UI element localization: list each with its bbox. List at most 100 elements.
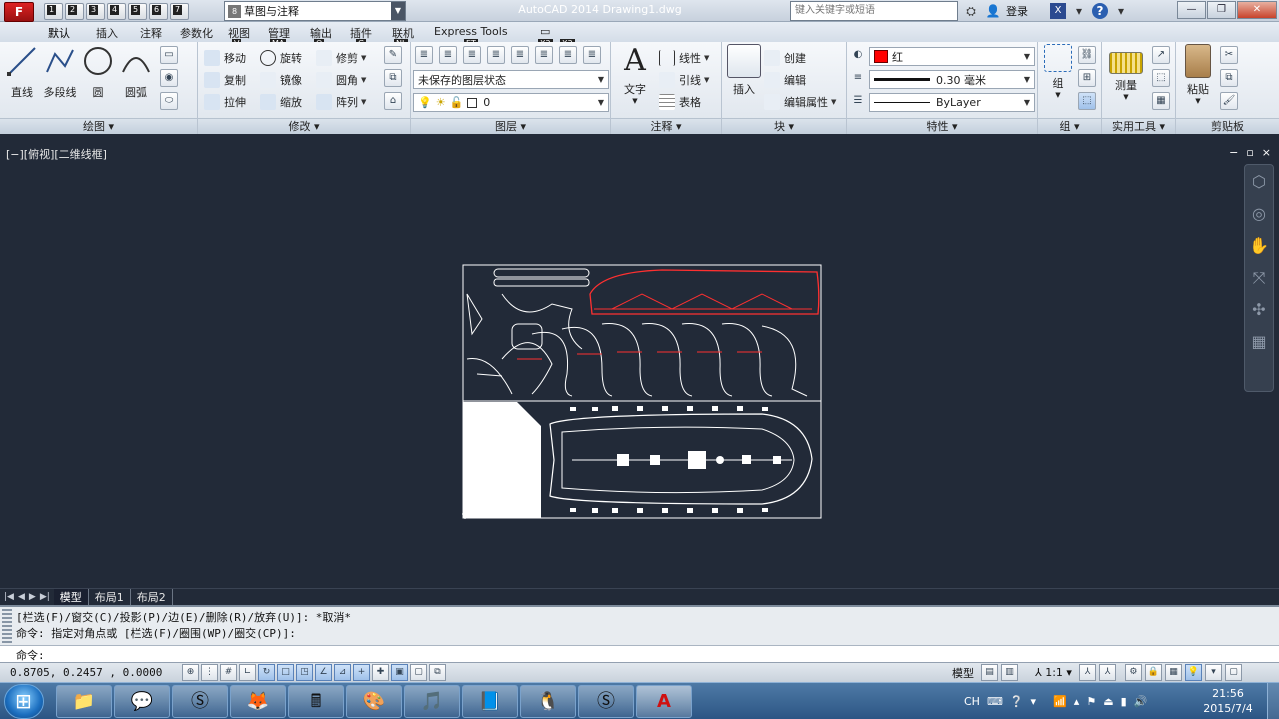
login-link[interactable]: 登录 — [1006, 3, 1028, 19]
cut-icon[interactable]: ✂ — [1220, 46, 1238, 64]
viewcube-icon[interactable]: ⬡ — [1248, 171, 1270, 193]
match-icon[interactable]: 🖌 — [1220, 92, 1238, 110]
tab-online[interactable]: 联机NL — [392, 25, 414, 49]
drawing-viewport[interactable]: [−][俯视][二维线框] − ▫ × ⬡ ◎ ✋ ⤧ ✣ ▦ — [0, 134, 1279, 588]
signal-icon[interactable]: ▮ — [1121, 695, 1127, 708]
arc-button[interactable]: 圆弧 — [116, 44, 156, 100]
layer-match-icon[interactable]: ≣ — [463, 46, 481, 64]
3d-osnap-icon[interactable]: ◳ — [296, 664, 313, 681]
stretch-button[interactable]: 拉伸 — [204, 92, 246, 112]
lineweight-toggle-icon[interactable]: ✚ — [372, 664, 389, 681]
move-button[interactable]: 移动 — [204, 48, 246, 68]
restore-button[interactable]: ❐ — [1207, 1, 1236, 19]
edit-block-button[interactable]: 编辑 — [764, 70, 806, 90]
fillet-button[interactable]: 圆角 ▼ — [316, 70, 366, 90]
save-icon[interactable]: 3 — [86, 3, 105, 20]
tab-default[interactable]: 默认 — [48, 25, 70, 41]
first-tab-icon[interactable]: |◀ — [4, 592, 14, 602]
binoculars-icon[interactable]: ⛭ — [962, 2, 980, 20]
saveas-icon[interactable]: 4 — [107, 3, 126, 20]
auto-scale-icon[interactable]: ⅄ — [1098, 664, 1116, 681]
snap-icon[interactable]: ⋮ — [201, 664, 218, 681]
osnap-icon[interactable]: □ — [277, 664, 294, 681]
insert-button[interactable]: 插入 — [724, 44, 764, 97]
zoom-extents-icon[interactable]: ⤧ — [1248, 267, 1270, 289]
minimize-button[interactable]: — — [1177, 1, 1206, 19]
tab-parametric[interactable]: 参数化 — [180, 25, 213, 41]
layer-state-dropdown[interactable]: 未保存的图层状态 ▼ — [413, 70, 609, 89]
dyn-icon[interactable]: + — [353, 664, 370, 681]
layer-properties-icon[interactable]: ≣ — [415, 46, 433, 64]
command-window-grip[interactable] — [2, 609, 12, 643]
last-tab-icon[interactable]: ▶| — [40, 592, 50, 602]
chevron-down-icon[interactable]: ▾ — [1112, 2, 1130, 20]
hardware-accel-icon[interactable]: ▦ — [1164, 664, 1182, 681]
ortho-icon[interactable]: ∟ — [239, 664, 256, 681]
lineweight-dropdown[interactable]: 0.30 毫米 ▼ — [869, 70, 1035, 89]
model-space-label[interactable]: 模型 — [952, 665, 974, 681]
search-input[interactable]: 键入关键字或短语 — [790, 1, 958, 21]
clipboard-panel-title[interactable]: 剪贴板 — [1176, 118, 1279, 134]
linear-dimension-button[interactable]: 线性 ▼ — [659, 48, 709, 68]
pan-icon[interactable]: ✋ — [1248, 235, 1270, 257]
lock-ui-icon[interactable]: 🔒 — [1144, 664, 1162, 681]
viewport-close-button[interactable]: × — [1262, 146, 1271, 159]
layer-isolate-icon[interactable]: ≣ — [439, 46, 457, 64]
erase-icon[interactable]: ✎ — [384, 46, 402, 64]
grid-icon[interactable]: # — [220, 664, 237, 681]
trim-button[interactable]: 修剪 ▼ — [316, 48, 366, 68]
showmotion-icon[interactable]: ▦ — [1248, 331, 1270, 353]
groups-panel-title[interactable]: 组 ▾ — [1038, 118, 1101, 134]
layer-lock-icon[interactable]: ≣ — [559, 46, 577, 64]
tab-model[interactable]: 模型 — [53, 589, 89, 605]
prev-tab-icon[interactable]: ◀ — [18, 592, 25, 602]
group-select-icon[interactable]: ⬚ — [1078, 92, 1096, 110]
paint-icon[interactable]: 🎨 — [346, 685, 402, 718]
skype-icon[interactable]: Ⓢ — [578, 685, 634, 718]
polar-icon[interactable]: ↻ — [258, 664, 275, 681]
modify-panel-title[interactable]: 修改 ▾ — [198, 118, 410, 134]
ungroup-icon[interactable]: ⛓ — [1078, 46, 1096, 64]
sogou-icon[interactable]: Ⓢ — [172, 685, 228, 718]
scale-button[interactable]: 缩放 — [260, 92, 302, 112]
group-button[interactable]: 组 ▼ — [1038, 44, 1078, 99]
tab-output[interactable]: 输出O — [310, 25, 332, 49]
line-button[interactable]: 直线 — [2, 44, 42, 100]
chevron-down-icon[interactable]: ▼ — [391, 2, 405, 20]
clock[interactable]: 21:56 2015/7/4 — [1196, 686, 1260, 716]
music-icon[interactable]: 🎵 — [404, 685, 460, 718]
rotate-button[interactable]: 旋转 — [260, 48, 302, 68]
measure-button[interactable]: 测量 ▼ — [1106, 44, 1146, 101]
show-desktop-button[interactable] — [1267, 683, 1279, 719]
mirror-button[interactable]: 镜像 — [260, 70, 302, 90]
keyboard-icon[interactable]: ⌨ — [987, 695, 1003, 708]
match-properties-icon[interactable]: ◐ — [849, 47, 867, 65]
usb-icon[interactable]: ⏏ — [1103, 695, 1113, 708]
calculator-icon[interactable]: ▦ — [1152, 92, 1170, 110]
tab-layout2[interactable]: 布局2 — [131, 589, 173, 605]
viewport-minimize-button[interactable]: − — [1229, 146, 1238, 159]
isolate-objects-icon[interactable]: 💡 — [1184, 664, 1202, 681]
rectangle-icon[interactable]: ▭ — [160, 46, 178, 64]
tab-annotate[interactable]: 注释 — [140, 25, 162, 41]
selection-cycling-icon[interactable]: ⧉ — [429, 664, 446, 681]
drawing-quickview-icon[interactable]: ▥ — [1001, 664, 1018, 681]
ime-settings-icon[interactable]: ▾ — [1031, 695, 1037, 708]
tab-layout1[interactable]: 布局1 — [89, 589, 131, 605]
user-icon[interactable]: 👤 — [984, 2, 1002, 20]
plot-icon[interactable]: 5 — [128, 3, 147, 20]
tab-view[interactable]: 视图V — [228, 25, 250, 49]
table-button[interactable]: 表格 — [659, 92, 701, 112]
workspace-switch-icon[interactable]: ⚙ — [1124, 664, 1142, 681]
annotation-visibility-icon[interactable]: ⅄ — [1078, 664, 1096, 681]
notepad-icon[interactable]: 📘 — [462, 685, 518, 718]
wechat-icon[interactable]: 💬 — [114, 685, 170, 718]
layout-quickview-icon[interactable]: ▤ — [981, 664, 998, 681]
layer-previous-icon[interactable]: ≣ — [487, 46, 505, 64]
transparency-icon[interactable]: ▣ — [391, 664, 408, 681]
ducs-icon[interactable]: ⊿ — [334, 664, 351, 681]
select-all-icon[interactable]: ⬚ — [1152, 69, 1170, 87]
quick-select-icon[interactable]: ↗ — [1152, 46, 1170, 64]
coordinates-readout[interactable]: 0.8705, 0.2457 , 0.0000 — [10, 666, 162, 679]
group-edit-icon[interactable]: ⊞ — [1078, 69, 1096, 87]
